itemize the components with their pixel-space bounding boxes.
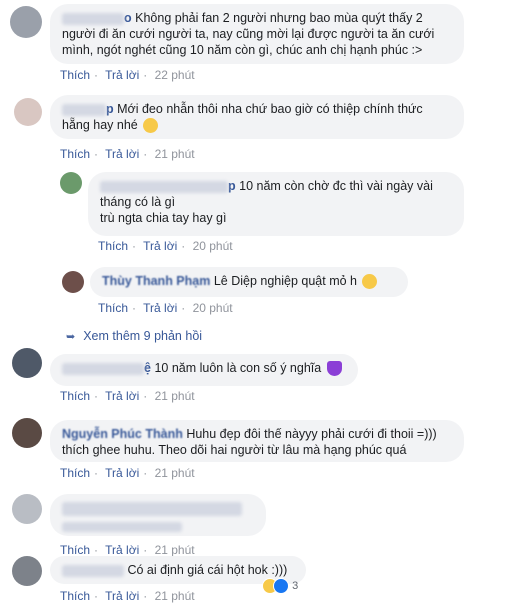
comment-bubble (50, 494, 266, 536)
comment-actions: Thích · Trả lời · 21 phút (60, 589, 195, 603)
avatar[interactable] (12, 556, 42, 586)
comment-text-line: Mới đeo nhẫn thôi nha chứ bao giờ có thi… (117, 102, 423, 116)
timestamp[interactable]: 21 phút (155, 147, 195, 161)
more-replies-link[interactable]: ➥ Xem thêm 9 phản hồi (66, 329, 202, 343)
comment-author[interactable]: Nguyễn Phúc Thành (62, 427, 183, 441)
purple-heart-icon (326, 361, 342, 377)
comment-actions: Thích · Trả lời · 21 phút (60, 543, 195, 557)
comment-text-line: Lê Diệp nghiệp quật mỏ h (213, 274, 357, 288)
comment-bubble: o Không phải fan 2 người nhưng bao mùa q… (50, 4, 464, 64)
comment-author[interactable]: p (228, 179, 236, 193)
comment-text-line: Không phải fan 2 người nhưng bao mùa quý… (135, 11, 423, 25)
sleepy-emoji-icon (143, 118, 159, 134)
comment-author[interactable]: p (106, 102, 114, 116)
timestamp[interactable]: 21 phút (155, 543, 195, 557)
reply-actions: Thích · Trả lời · 20 phút (98, 239, 233, 253)
like-link[interactable]: Thích (60, 589, 90, 603)
reply-link[interactable]: Trả lời (105, 68, 139, 82)
reply-link[interactable]: Trả lời (105, 589, 139, 603)
timestamp[interactable]: 21 phút (155, 589, 195, 603)
comment-bubble: ệ 10 năm luôn là con số ý nghĩa (50, 354, 358, 386)
reply-link[interactable]: Trả lời (143, 301, 177, 315)
reply-bubble: Thùy Thanh Phạm Lê Diệp nghiệp quật mỏ h (90, 267, 408, 297)
comment-actions: Thích · Trả lời · 21 phút (60, 147, 195, 161)
reply-link[interactable]: Trả lời (105, 389, 139, 403)
comment-actions: Thích · Trả lời · 22 phút (60, 68, 195, 82)
comment-bubble: Nguyễn Phúc Thành Huhu đẹp đôi thế nàyyy… (50, 420, 464, 462)
reply-actions: Thích · Trả lời · 20 phút (98, 301, 233, 315)
reply-link[interactable]: Trả lời (105, 147, 139, 161)
avatar[interactable] (62, 271, 84, 293)
comment-text-line: thích ghee huhu. Theo dõi hai người từ l… (62, 443, 407, 457)
like-link[interactable]: Thích (60, 389, 90, 403)
comment-text-line: mình, ngót nghét cũng 10 năm còn gì, chú… (62, 43, 423, 57)
reply-bubble: p 10 năm còn chờ đc thì vài ngày vài thá… (88, 172, 464, 236)
comment-text-line: tháng có là gì (100, 195, 176, 209)
reaction-summary[interactable]: 3 (262, 578, 298, 594)
avatar[interactable] (10, 6, 42, 38)
timestamp[interactable]: 20 phút (193, 239, 233, 253)
like-link[interactable]: Thích (60, 68, 90, 82)
comment-author[interactable]: ệ (144, 361, 151, 375)
comment-text-line: hẵng hay nhé (62, 118, 138, 132)
comment-text-line: trù ngta chia tay hay gì (100, 211, 227, 225)
avatar[interactable] (14, 98, 42, 126)
timestamp[interactable]: 21 phút (155, 389, 195, 403)
like-link[interactable]: Thích (98, 301, 128, 315)
comment-author[interactable]: Thùy Thanh Phạm (102, 274, 210, 288)
like-link[interactable]: Thích (60, 147, 90, 161)
reply-arrow-icon: ➥ (66, 331, 76, 343)
comment-author[interactable]: o (124, 11, 132, 25)
like-link[interactable]: Thích (60, 543, 90, 557)
like-link[interactable]: Thích (98, 239, 128, 253)
avatar[interactable] (60, 172, 82, 194)
comment-text-line: người đi ăn cưới người ta, nay cũng mời … (62, 27, 435, 41)
reply-link[interactable]: Trả lời (143, 239, 177, 253)
reply-link[interactable]: Trả lời (105, 466, 139, 480)
comment-text-line: Huhu đẹp đôi thế nàyyy phải cưới đi thoi… (186, 427, 437, 441)
comment-actions: Thích · Trả lời · 21 phút (60, 389, 195, 403)
smile-emoji-icon (362, 274, 378, 290)
comment-bubble: p Mới đeo nhẫn thôi nha chứ bao giờ có t… (50, 95, 464, 139)
avatar[interactable] (12, 418, 42, 448)
comment-actions: Thích · Trả lời · 21 phút (60, 466, 195, 480)
comment-text-line: 10 năm còn chờ đc thì vài ngày vài (239, 179, 433, 193)
like-reaction-icon (273, 578, 289, 594)
avatar[interactable] (12, 348, 42, 378)
reaction-count: 3 (292, 579, 299, 592)
timestamp[interactable]: 20 phút (193, 301, 233, 315)
like-link[interactable]: Thích (60, 466, 90, 480)
timestamp[interactable]: 22 phút (155, 68, 195, 82)
reply-link[interactable]: Trả lời (105, 543, 139, 557)
comment-text-line: 10 năm luôn là con số ý nghĩa (154, 361, 322, 375)
timestamp[interactable]: 21 phút (155, 466, 195, 480)
avatar[interactable] (12, 494, 42, 524)
comment-text-line: Có ai định giá cái hột hok :))) (127, 563, 288, 577)
